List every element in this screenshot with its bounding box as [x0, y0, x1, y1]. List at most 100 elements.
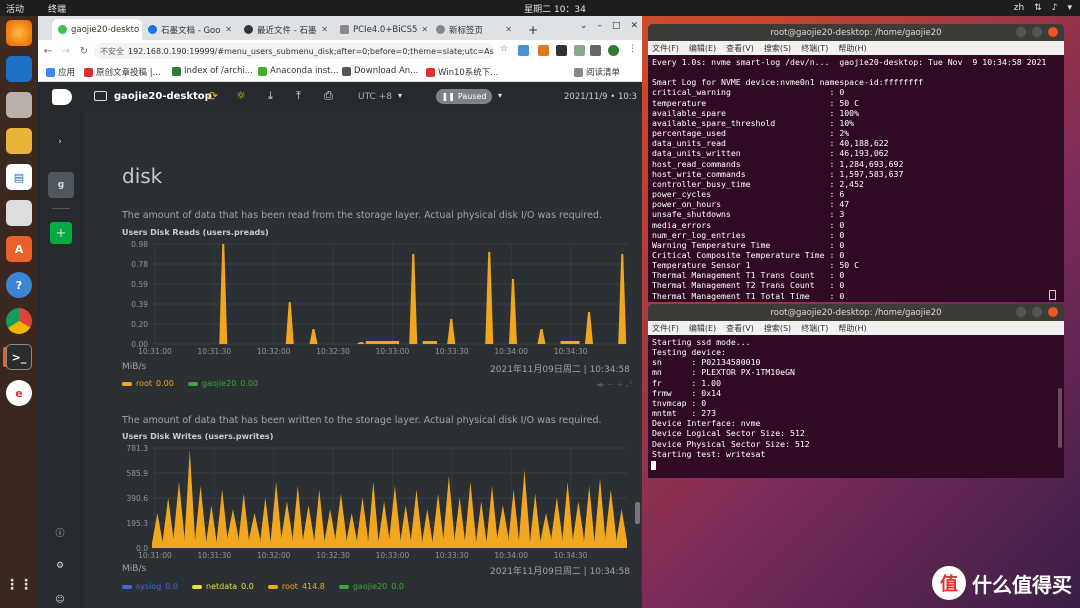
extension-icon[interactable]: [518, 45, 529, 56]
sync-icon[interactable]: ⟳: [208, 89, 218, 103]
show-apps-icon[interactable]: ⋮⋮: [5, 572, 33, 598]
rhythmbox-icon[interactable]: [6, 128, 32, 154]
close-tab-icon[interactable]: ✕: [505, 25, 512, 34]
legend-item-gaojie20[interactable]: gaojie20 0.00: [187, 379, 258, 388]
scrollbar-thumb[interactable]: [1058, 388, 1062, 448]
alarms-icon[interactable]: ☼: [236, 89, 246, 102]
weibo-icon[interactable]: e: [6, 380, 32, 406]
reload-icon[interactable]: ↻: [76, 46, 92, 57]
close-tab-icon[interactable]: ✕: [321, 25, 328, 34]
files-icon[interactable]: [6, 92, 32, 118]
extension-icon[interactable]: [574, 45, 585, 56]
clock[interactable]: 星期二 10：34: [500, 2, 610, 15]
menu-view[interactable]: 查看(V): [726, 323, 754, 334]
minimize-icon[interactable]: [1016, 307, 1026, 317]
terminal-output[interactable]: Starting ssd mode... Testing device: sn …: [648, 335, 1064, 461]
power-menu-icon[interactable]: ▾: [1067, 3, 1072, 13]
menu-icon[interactable]: ⋮: [628, 44, 637, 54]
bookmark-item[interactable]: Download An...: [342, 66, 418, 76]
thunderbird-icon[interactable]: [6, 56, 32, 82]
netdata-logo[interactable]: [52, 89, 72, 105]
menu-terminal[interactable]: 终端(T): [801, 323, 828, 334]
legend-item-netdata[interactable]: netdata 0.0: [192, 582, 254, 591]
paused-button[interactable]: ❚❚ Paused: [436, 89, 492, 104]
menu-edit[interactable]: 编辑(E): [689, 43, 716, 54]
menu-search[interactable]: 搜索(S): [764, 43, 791, 54]
timezone-select[interactable]: UTC +8: [358, 92, 392, 102]
scrollbar-thumb[interactable]: [635, 502, 640, 524]
date-display[interactable]: 2021/11/9 • 10:3: [564, 92, 637, 102]
menu-view[interactable]: 查看(V): [726, 43, 754, 54]
back-icon[interactable]: ←: [40, 46, 56, 57]
close-icon[interactable]: [1048, 307, 1058, 317]
reads-chart[interactable]: 0.98 0.78 0.59 0.39 0.20 0.00 10:31:00 10:31:30…: [122, 240, 629, 360]
profile-avatar[interactable]: [608, 45, 619, 56]
bookmark-star-icon[interactable]: ☆: [500, 44, 508, 54]
close-tab-icon[interactable]: ✕: [421, 25, 428, 34]
menu-help[interactable]: 帮助(H): [838, 323, 866, 334]
menu-file[interactable]: 文件(F): [652, 43, 679, 54]
add-space-button[interactable]: +: [50, 222, 72, 244]
menu-file[interactable]: 文件(F): [652, 323, 679, 334]
close-icon[interactable]: [1048, 27, 1058, 37]
extensions-puzzle-icon[interactable]: [590, 45, 601, 56]
minimize-icon[interactable]: –: [597, 21, 602, 31]
legend-item-root[interactable]: root 0.00: [122, 379, 174, 388]
activities-button[interactable]: 活动: [6, 2, 24, 15]
expand-chevron-icon[interactable]: ›: [50, 132, 70, 152]
settings-icon[interactable]: ⚙: [50, 556, 70, 576]
tab-pcie-article[interactable]: PCIe4.0+BiCS5 ✕: [334, 19, 430, 40]
close-window-icon[interactable]: ✕: [630, 21, 638, 31]
bookmark-item[interactable]: 原创文章投稿 |...: [84, 66, 161, 78]
firefox-icon[interactable]: [6, 20, 32, 46]
tab-recent-files[interactable]: 最近文件 - 石墨 ✕: [238, 19, 334, 40]
bookmark-item[interactable]: Anaconda inst...: [258, 66, 339, 76]
bookmark-item[interactable]: Index of /archi...: [172, 66, 253, 76]
forward-icon[interactable]: →: [58, 46, 74, 57]
terminal-icon[interactable]: >_: [6, 344, 32, 370]
metamask-icon[interactable]: [538, 45, 549, 56]
menu-search[interactable]: 搜索(S): [764, 323, 791, 334]
url-input[interactable]: 不安全 192.168.0.190:19999/#menu_users_subm…: [94, 43, 494, 59]
help-icon[interactable]: ?: [6, 272, 32, 298]
bookmark-apps[interactable]: 应用: [46, 66, 75, 78]
close-tab-icon[interactable]: ✕: [225, 25, 232, 34]
writer-icon[interactable]: ▤: [6, 164, 32, 190]
language-indicator[interactable]: zh: [1014, 3, 1024, 13]
hostname[interactable]: gaojie20-desktop: [114, 91, 212, 102]
user-icon[interactable]: ☺: [50, 590, 70, 608]
maximize-icon[interactable]: [1032, 307, 1042, 317]
software-center-icon[interactable]: A: [6, 236, 32, 262]
chart-toolbox[interactable]: ◂▸ − + ⤢: [597, 380, 632, 390]
tab-new-tab[interactable]: 新标签页 ✕: [430, 19, 518, 40]
legend-item-gaojie20[interactable]: gaojie20 0.0: [338, 582, 404, 591]
tab-netdata[interactable]: gaojie20-deskto ✕: [52, 19, 142, 40]
terminal-titlebar[interactable]: root@gaojie20-desktop: /home/gaojie20: [648, 24, 1064, 41]
network-icon[interactable]: ⇅: [1034, 3, 1042, 13]
terminal-titlebar[interactable]: root@gaojie20-desktop: /home/gaojie20: [648, 304, 1064, 321]
chevron-down-icon[interactable]: ▾: [398, 91, 402, 100]
extension-icon[interactable]: [556, 45, 567, 56]
maximize-icon[interactable]: □: [612, 21, 621, 31]
shotwell-icon[interactable]: [6, 200, 32, 226]
print-icon[interactable]: ⎙: [324, 89, 333, 103]
download-icon[interactable]: ⤓: [268, 89, 273, 103]
chevron-down-icon[interactable]: ▾: [498, 91, 502, 100]
legend-item-root[interactable]: root 414.8: [267, 582, 325, 591]
new-tab-button[interactable]: +: [522, 19, 544, 40]
app-menu[interactable]: 终端: [48, 2, 66, 15]
chrome-icon[interactable]: [6, 308, 32, 334]
space-avatar[interactable]: g: [48, 172, 74, 198]
writes-chart[interactable]: 781.3 585.9 390.6 195.3 0.0 10:31:00 10:31:30 1…: [122, 444, 629, 564]
legend-item-syslog[interactable]: syslog 0.0: [122, 582, 178, 591]
bookmark-item[interactable]: Win10系统下...: [426, 66, 498, 78]
not-secure-label[interactable]: 不安全: [100, 46, 124, 57]
upload-icon[interactable]: ⤒: [296, 89, 301, 103]
volume-icon[interactable]: ♪: [1052, 3, 1058, 13]
menu-terminal[interactable]: 终端(T): [801, 43, 828, 54]
maximize-icon[interactable]: [1032, 27, 1042, 37]
minimize-icon[interactable]: [1016, 27, 1026, 37]
tab-shimo-docs[interactable]: 石墨文档 - Goo ✕: [142, 19, 238, 40]
menu-edit[interactable]: 编辑(E): [689, 323, 716, 334]
menu-help[interactable]: 帮助(H): [838, 43, 866, 54]
